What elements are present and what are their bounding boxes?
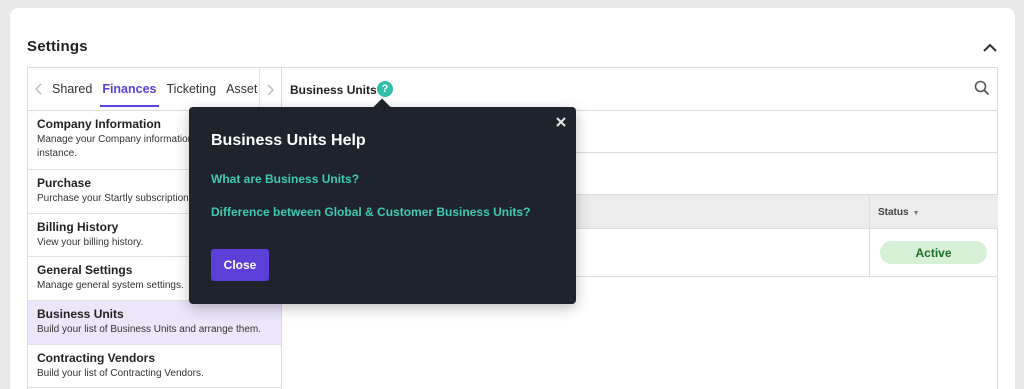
tabs-scroll-left[interactable] xyxy=(31,68,45,110)
tab-asset[interactable]: Asset xyxy=(221,68,262,110)
collapse-button[interactable] xyxy=(980,38,1000,56)
popover-title: Business Units Help xyxy=(211,132,366,149)
tab-ticketing[interactable]: Ticketing xyxy=(162,68,222,110)
help-link-what-are[interactable]: What are Business Units? xyxy=(211,172,359,186)
list-item-title: Business Units xyxy=(37,307,124,321)
list-item-title: Contracting Vendors xyxy=(37,351,156,365)
list-item-desc: Build your list of Business Units and ar… xyxy=(37,324,261,335)
chevron-up-icon xyxy=(983,43,997,52)
status-column-header[interactable]: Status ▼ xyxy=(869,195,998,229)
tabs-scroll-right[interactable] xyxy=(259,68,281,110)
list-item-business-units[interactable]: Business Units Build your list of Busine… xyxy=(28,301,281,345)
chevron-left-icon xyxy=(34,83,41,95)
category-tabs: Shared Finances Ticketing Asset xyxy=(28,68,281,111)
content-header: Business Units ? xyxy=(282,68,998,111)
tab-finances[interactable]: Finances xyxy=(97,68,161,110)
page-title: Settings xyxy=(27,38,88,55)
popover-close-button[interactable] xyxy=(554,115,568,129)
tab-shared[interactable]: Shared xyxy=(47,68,97,110)
status-cell: Active xyxy=(869,229,998,277)
list-item-desc: Build your list of Contracting Vendors. xyxy=(37,368,204,379)
close-icon xyxy=(556,117,566,127)
search-icon xyxy=(974,80,990,96)
sort-caret-icon: ▼ xyxy=(912,210,920,217)
close-button[interactable]: Close xyxy=(211,249,269,281)
status-badge: Active xyxy=(880,241,987,264)
help-icon[interactable]: ? xyxy=(377,81,393,97)
search-button[interactable] xyxy=(974,80,992,98)
list-item-contracting-vendors[interactable]: Contracting Vendors Build your list of C… xyxy=(28,345,281,388)
chevron-right-icon xyxy=(267,84,274,95)
help-popover: Business Units Help What are Business Un… xyxy=(189,98,576,304)
content-title: Business Units xyxy=(290,83,377,97)
status-header-label: Status xyxy=(878,207,909,218)
help-link-difference[interactable]: Difference between Global & Customer Bus… xyxy=(211,205,530,219)
